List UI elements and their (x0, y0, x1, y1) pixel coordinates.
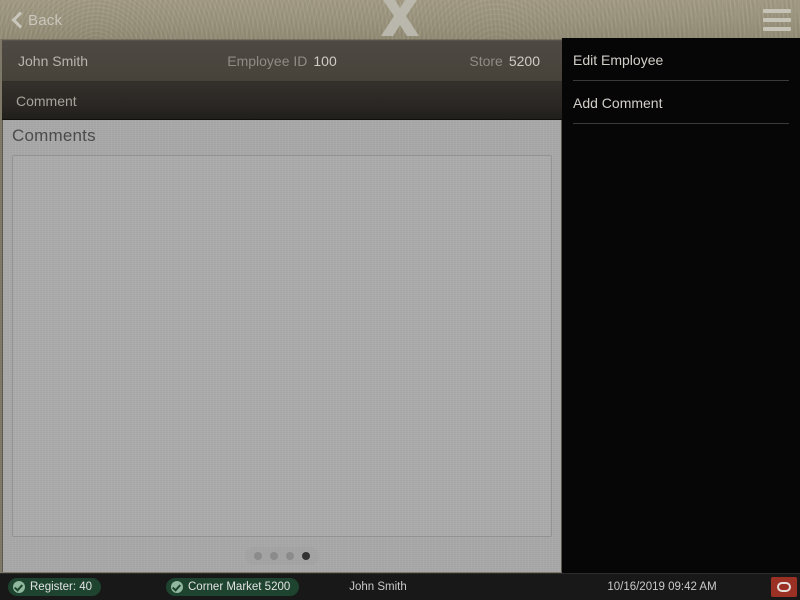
power-icon (777, 582, 791, 592)
comments-section-title: Comments (12, 126, 96, 145)
context-menu-panel: Edit Employee Add Comment (562, 38, 800, 574)
hamburger-bar-3 (763, 27, 791, 31)
app-logo (0, 0, 800, 40)
power-button[interactable] (771, 577, 797, 597)
status-datetime: 10/16/2019 09:42 AM (607, 581, 717, 593)
back-button-label: Back (28, 11, 63, 29)
store-value: 5200 (508, 53, 540, 69)
employee-header-bar: John Smith Employee ID 100 Store 5200 (2, 40, 562, 82)
app-root: Back John Smith Employee ID 100 Store 52… (0, 0, 800, 600)
main-column: John Smith Employee ID 100 Store 5200 Co… (0, 40, 562, 574)
tab-bar: Comment (2, 82, 562, 120)
store-label: Store (469, 53, 503, 69)
comments-list[interactable] (12, 155, 552, 537)
hamburger-bar-1 (763, 9, 791, 13)
chevron-left-icon (12, 11, 23, 29)
menu-item-edit-employee[interactable]: Edit Employee (562, 38, 800, 81)
pagination-dot-2[interactable] (270, 552, 278, 560)
comments-content-panel: Comments (2, 120, 562, 572)
pagination-dot-1[interactable] (254, 552, 262, 560)
menu-item-add-comment[interactable]: Add Comment (562, 81, 800, 124)
pagination-dot-4[interactable] (302, 552, 310, 560)
back-button[interactable]: Back (4, 0, 70, 40)
hamburger-menu-icon[interactable] (760, 7, 794, 33)
top-navigation-bar: Back (0, 0, 800, 40)
pagination-dot-3[interactable] (286, 552, 294, 560)
tab-comment[interactable]: Comment (2, 82, 91, 120)
status-bar: Register: 40 Corner Market 5200 John Smi… (0, 573, 800, 600)
pagination-dots[interactable] (245, 547, 319, 565)
hamburger-bar-2 (763, 18, 791, 22)
logo-x-icon (381, 0, 419, 36)
store-field: Store 5200 (2, 40, 562, 82)
